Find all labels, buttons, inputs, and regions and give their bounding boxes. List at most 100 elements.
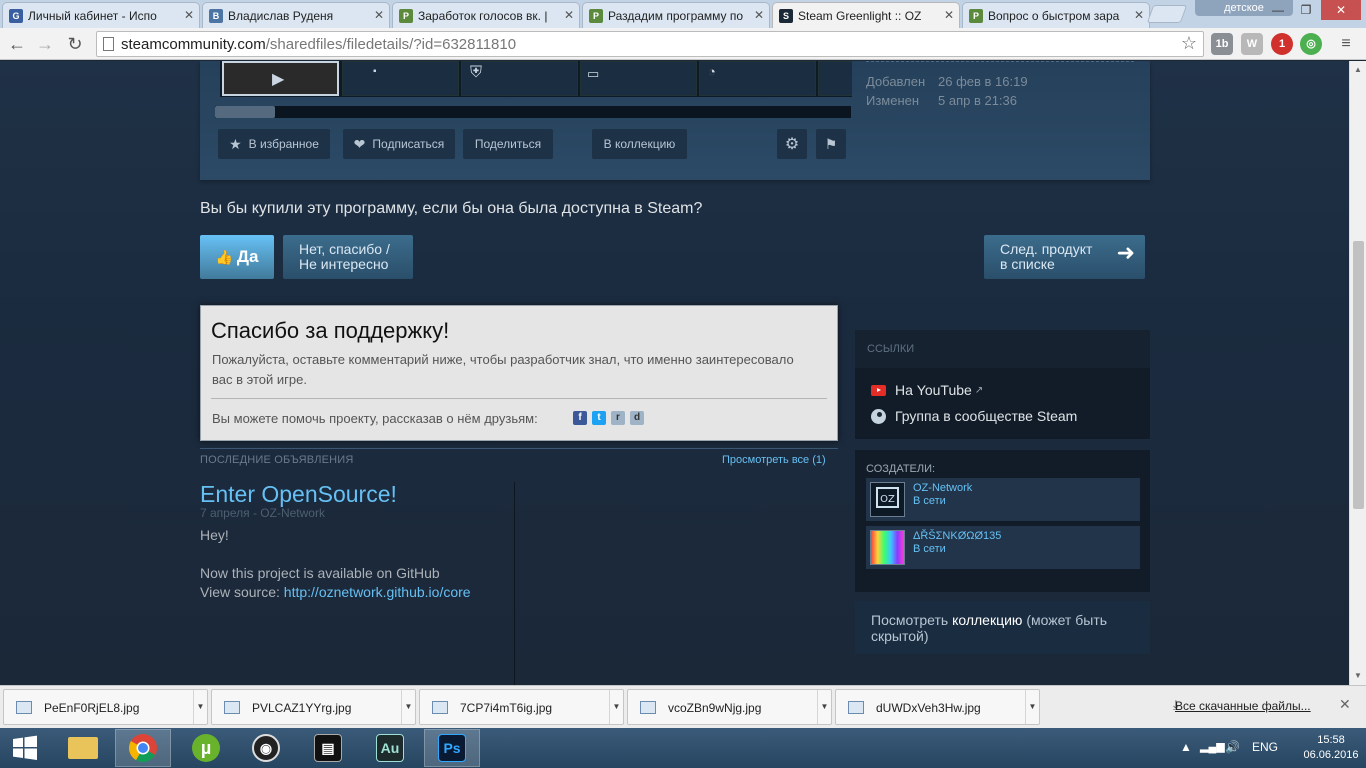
scrollbar-thumb[interactable]: [1353, 241, 1364, 509]
tab-question[interactable]: P Вопрос о быстром зара ✕: [962, 2, 1150, 28]
system-clock[interactable]: 15:58 06.06.2016: [1300, 733, 1362, 763]
close-icon[interactable]: ✕: [1134, 8, 1144, 22]
subscribe-button[interactable]: ❤ Подписаться: [343, 129, 455, 159]
screenshot-thumb[interactable]: [818, 61, 852, 96]
screenshot-scroll-handle[interactable]: [215, 106, 275, 118]
close-icon[interactable]: ✕: [564, 8, 574, 22]
screenshot-scrollbar[interactable]: [215, 106, 851, 118]
audition-icon: Au: [376, 734, 404, 762]
scroll-up-icon[interactable]: ▲: [1354, 65, 1362, 74]
creator-card[interactable]: ΔŘŠΣNKØΩØ135 В сети: [866, 526, 1140, 569]
audition-taskbar-button[interactable]: Au: [362, 729, 418, 767]
tab-vk-profile[interactable]: B Владислав Руденя ✕: [202, 2, 390, 28]
favorite-button[interactable]: ★ В избранное: [218, 129, 330, 159]
clock-time: 15:58: [1317, 734, 1345, 746]
screenshot-thumb[interactable]: ▪: [342, 61, 459, 96]
close-icon[interactable]: ✕: [754, 8, 764, 22]
image-file-icon: [848, 701, 864, 714]
screenshot-thumb[interactable]: ⛨: [461, 61, 578, 96]
screenshot-thumb[interactable]: ▭: [580, 61, 697, 96]
chevron-down-icon[interactable]: ▼: [1025, 690, 1039, 724]
page-icon: [103, 37, 114, 51]
scroll-down-icon[interactable]: ▼: [1354, 671, 1362, 680]
download-item[interactable]: vcoZBn9wNjg.jpg ▼: [627, 689, 832, 725]
obs-taskbar-button[interactable]: ◉: [238, 729, 294, 767]
close-icon[interactable]: ✕: [184, 8, 194, 22]
start-button[interactable]: [0, 729, 50, 767]
external-link-icon: ↗: [974, 384, 984, 396]
reload-icon[interactable]: ↻: [62, 32, 88, 56]
extension-icon[interactable]: ◎: [1300, 33, 1322, 55]
photoshop-taskbar-button[interactable]: Ps: [424, 729, 480, 767]
image-file-icon: [432, 701, 448, 714]
minimize-icon[interactable]: —: [1265, 0, 1291, 20]
language-indicator[interactable]: ENG: [1252, 740, 1278, 754]
close-window-icon[interactable]: ✕: [1321, 0, 1361, 20]
creator-name[interactable]: OZ-Network: [913, 482, 972, 494]
tab-title: Steam Greenlight :: OZ: [798, 8, 922, 23]
chrome-taskbar-button[interactable]: [115, 729, 171, 767]
page-scrollbar[interactable]: ▲ ▼: [1349, 61, 1366, 685]
close-icon[interactable]: ✕: [374, 8, 384, 22]
vote-yes-button[interactable]: 👍 Да: [200, 235, 274, 279]
facebook-icon[interactable]: f: [573, 411, 587, 425]
next-item-button[interactable]: След. продукт в списке ➜: [984, 235, 1145, 279]
steam-group-link[interactable]: Группа в сообществе Steam: [871, 408, 1077, 424]
view-all-announcements-link[interactable]: Просмотреть все (1): [722, 454, 826, 466]
utorrent-taskbar-button[interactable]: µ: [178, 729, 234, 767]
thanks-box: Спасибо за поддержку! Пожалуйста, оставь…: [200, 305, 838, 441]
vk-icon: B: [209, 8, 223, 23]
folder-icon: [68, 737, 98, 759]
announcement-title[interactable]: Enter OpenSource!: [200, 481, 397, 508]
downloads-shelf: PeEnF0RjEL8.jpg ▼ PVLCAZ1YYrg.jpg ▼ 7CP7i4…: [0, 685, 1366, 728]
chevron-down-icon[interactable]: ▼: [193, 690, 207, 724]
screenshot-thumb[interactable]: ▶: [222, 61, 339, 96]
close-icon[interactable]: ✕: [1339, 696, 1351, 713]
extension-icon[interactable]: 1b: [1211, 33, 1233, 55]
report-flag-button[interactable]: ⚑: [816, 129, 846, 159]
show-hidden-icons-icon[interactable]: ▲: [1180, 740, 1192, 754]
settings-gear-button[interactable]: ⚙: [777, 129, 807, 159]
download-item[interactable]: dUWDxVeh3Hw.jpg ▼: [835, 689, 1040, 725]
chevron-down-icon[interactable]: ▼: [817, 690, 831, 724]
maximize-icon[interactable]: ❐: [1293, 0, 1319, 20]
add-to-collection-button[interactable]: В коллекцию: [592, 129, 687, 159]
browser-toolbar: ← → ↻ steamcommunity.com/sharedfiles/fil…: [0, 28, 1366, 60]
address-bar[interactable]: steamcommunity.com/sharedfiles/filedetai…: [96, 31, 1204, 57]
close-icon[interactable]: ✕: [944, 8, 954, 22]
reddit-icon[interactable]: r: [611, 411, 625, 425]
download-item[interactable]: 7CP7i4mT6ig.jpg ▼: [419, 689, 624, 725]
heart-icon: ❤: [353, 135, 366, 152]
tab-steam-greenlight[interactable]: S Steam Greenlight :: OZ ✕: [772, 2, 960, 28]
tab-earn-votes[interactable]: P Заработок голосов вк. | ✕: [392, 2, 580, 28]
creator-card[interactable]: OZ OZ-Network В сети: [866, 478, 1140, 521]
network-signal-icon[interactable]: ▂▄▆: [1200, 740, 1225, 753]
creator-name[interactable]: ΔŘŠΣNKØΩØ135: [913, 530, 1001, 542]
explorer-taskbar-button[interactable]: [55, 729, 111, 767]
bookmark-star-icon[interactable]: ☆: [1181, 33, 1197, 54]
tab-giveaway[interactable]: P Раздадим программу по ✕: [582, 2, 770, 28]
image-file-icon: [224, 701, 240, 714]
vote-no-button[interactable]: Нет, спасибо / Не интересно: [283, 235, 413, 279]
download-item[interactable]: PVLCAZ1YYrg.jpg ▼: [211, 689, 416, 725]
volume-icon[interactable]: 🔊: [1225, 740, 1240, 754]
forward-icon[interactable]: →: [32, 32, 58, 56]
screenshot-thumb[interactable]: ◔: [699, 61, 816, 96]
new-tab-button[interactable]: [1146, 5, 1188, 23]
digg-icon[interactable]: d: [630, 411, 644, 425]
youtube-link[interactable]: На YouTube ↗: [871, 382, 983, 398]
menu-icon[interactable]: ≡: [1333, 32, 1359, 56]
share-button[interactable]: Поделиться: [463, 129, 553, 159]
chevron-down-icon[interactable]: ▼: [609, 690, 623, 724]
video-editor-taskbar-button[interactable]: ▤: [300, 729, 356, 767]
adblock-icon[interactable]: 1: [1271, 33, 1293, 55]
chevron-down-icon[interactable]: ▼: [401, 690, 415, 724]
tab-personal-cabinet[interactable]: G Личный кабинет - Испо ✕: [2, 2, 200, 28]
view-collection-link[interactable]: Посмотреть коллекцию (может быть скрытой…: [871, 612, 1141, 644]
back-icon[interactable]: ←: [4, 32, 30, 56]
extension-icon[interactable]: W: [1241, 33, 1263, 55]
download-item[interactable]: PeEnF0RjEL8.jpg ▼: [3, 689, 208, 725]
twitter-icon[interactable]: t: [592, 411, 606, 425]
all-downloads-link[interactable]: Все скачанные файлы...: [1175, 699, 1311, 713]
github-link[interactable]: http://oznetwork.github.io/core: [284, 584, 471, 600]
